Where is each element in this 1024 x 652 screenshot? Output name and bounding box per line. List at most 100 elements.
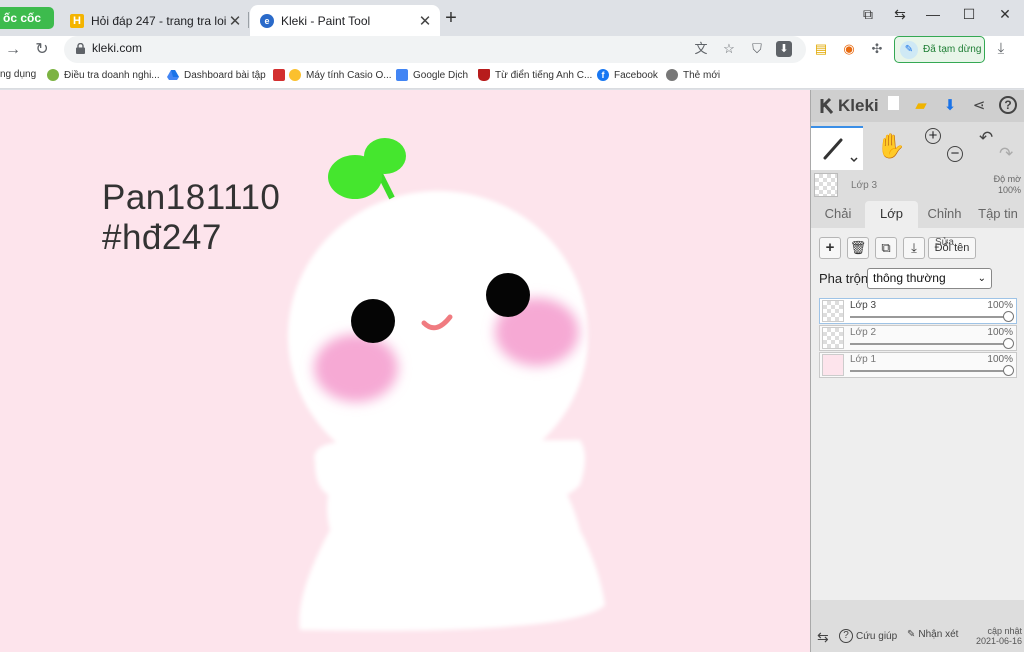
minimize-icon[interactable]: — bbox=[918, 4, 948, 24]
survey-icon bbox=[47, 69, 59, 81]
bookmark-star-icon[interactable]: ☆ bbox=[720, 40, 738, 58]
swap-side-icon[interactable]: ⇆ bbox=[817, 629, 829, 646]
download-page-icon[interactable]: ⬇ bbox=[776, 41, 792, 57]
kleki-icon: e bbox=[260, 13, 274, 28]
layer-thumbnail bbox=[822, 327, 844, 349]
delete-layer-button[interactable]: 🗑 bbox=[847, 237, 869, 259]
close-window-icon[interactable]: ✕ bbox=[990, 4, 1020, 24]
address-bar[interactable]: kleki.com 文 ☆ ⛉ ⬇ bbox=[64, 36, 806, 63]
undo-icon[interactable]: ↶ bbox=[979, 128, 993, 148]
bookmarks-bar: ng dụng Điều tra doanh nghi... Dashboard… bbox=[0, 63, 1024, 89]
emoji-icon bbox=[289, 69, 301, 81]
close-icon[interactable]: ✕ bbox=[416, 12, 434, 30]
tab-layers[interactable]: Lớp bbox=[865, 201, 918, 228]
layer-opacity: 100% bbox=[987, 354, 1013, 365]
sprout-icon bbox=[328, 138, 406, 200]
maximize-icon[interactable]: ☐ bbox=[954, 4, 984, 24]
duplicate-icon: ⧉ bbox=[881, 240, 891, 255]
close-icon[interactable]: ✕ bbox=[226, 12, 244, 30]
layer-thumbnail bbox=[814, 173, 838, 197]
extensions-puzzle-icon[interactable]: ✣ bbox=[868, 40, 886, 58]
layer-row-1[interactable]: Lớp 1 100% bbox=[819, 352, 1017, 378]
bookmark-casio[interactable]: Máy tính Casio O... bbox=[273, 69, 392, 81]
open-folder-icon[interactable]: ▰ bbox=[911, 96, 931, 116]
bookmark-label: Google Dịch bbox=[413, 69, 469, 81]
downloads-icon[interactable]: ⤓ bbox=[992, 40, 1010, 58]
extension-circle-icon[interactable]: ◉ bbox=[840, 40, 858, 58]
current-layer-preview: Lớp 3 Độ mờ 100% bbox=[811, 170, 1024, 200]
panel-tabs: Chải Lớp Chỉnh Tập tin bbox=[811, 201, 1024, 228]
drawing-canvas[interactable]: Pan181110 #hđ247 bbox=[0, 90, 810, 652]
layer-row-3[interactable]: Lớp 3 100% bbox=[819, 298, 1017, 324]
rename-layer-button[interactable]: Sửa Đổi tên bbox=[928, 237, 976, 259]
bookmark-dictionary[interactable]: Từ điển tiếng Anh C... bbox=[478, 69, 592, 81]
translate-page-icon[interactable]: 文 bbox=[692, 40, 710, 58]
bookmark-apps[interactable]: ng dụng bbox=[0, 69, 36, 80]
layer-name: Lớp 2 bbox=[850, 327, 877, 338]
add-layer-button[interactable]: + bbox=[819, 237, 841, 259]
opacity-slider-handle[interactable] bbox=[1003, 365, 1014, 376]
merge-down-button[interactable]: ⤓ bbox=[903, 237, 925, 259]
share-icon[interactable]: ⋖ bbox=[969, 96, 989, 116]
forward-icon[interactable]: → bbox=[2, 39, 24, 61]
blend-mode-select[interactable]: thông thường ⌄ bbox=[867, 268, 992, 289]
bookmark-facebook[interactable]: f Facebook bbox=[597, 69, 658, 81]
brush-tool[interactable] bbox=[811, 126, 863, 170]
layer-opacity: 100% bbox=[987, 327, 1013, 338]
opacity-slider-track[interactable] bbox=[850, 343, 1004, 345]
zoom-out-icon[interactable]: − bbox=[947, 146, 963, 162]
panel-footer: ⇆ ? Cứu giúp ✎ Nhận xét cập nhật 2021-06… bbox=[811, 620, 1024, 652]
feedback-link[interactable]: ✎ Nhận xét bbox=[907, 629, 958, 640]
new-file-icon[interactable] bbox=[883, 96, 903, 116]
duplicate-layer-button[interactable]: ⧉ bbox=[875, 237, 897, 259]
update-label: cập nhật bbox=[987, 626, 1022, 636]
opacity-label: Độ mờ bbox=[993, 174, 1021, 184]
bookmark-label: Thẻ mới bbox=[683, 69, 721, 81]
bookmark-survey[interactable]: Điều tra doanh nghi... bbox=[47, 69, 160, 81]
opacity-slider-handle[interactable] bbox=[1003, 311, 1014, 322]
coccoc-logo[interactable]: ốc cốc bbox=[0, 7, 54, 29]
extension-note-icon[interactable]: ▤ bbox=[812, 40, 830, 58]
redo-icon[interactable]: ↷ bbox=[999, 144, 1013, 164]
bookmark-new-tab[interactable]: Thẻ mới bbox=[666, 69, 720, 81]
feedback-label: Nhận xét bbox=[918, 629, 959, 640]
bookmark-label: ng dụng bbox=[0, 69, 37, 80]
help-icon[interactable]: ? bbox=[999, 96, 1017, 114]
opacity-slider-track[interactable] bbox=[850, 316, 1004, 318]
history-tools: ↶ ↷ bbox=[973, 126, 1024, 170]
help-circle-icon: ? bbox=[839, 629, 853, 643]
tab-hoidap247[interactable]: H Hỏi đáp 247 - trang tra loi ✕ bbox=[60, 5, 250, 36]
layers-panel: + 🗑 ⧉ ⤓ Sửa Đổi tên Pha trộn thông thườn… bbox=[811, 228, 1024, 600]
blend-mode-value: thông thường bbox=[873, 271, 946, 285]
layer-name: Lớp 3 bbox=[850, 300, 877, 311]
bookmark-label: Dashboard bài tập bbox=[184, 69, 266, 81]
tab-adjust[interactable]: Chỉnh bbox=[918, 201, 971, 228]
opacity-slider-track[interactable] bbox=[850, 370, 1004, 372]
shield-icon[interactable]: ⛉ bbox=[748, 40, 766, 58]
new-tab-icon[interactable]: + bbox=[441, 7, 461, 29]
tab-title: Kleki - Paint Tool bbox=[281, 13, 371, 28]
url-text: kleki.com bbox=[92, 41, 143, 55]
update-info: cập nhật 2021-06-16 bbox=[976, 626, 1022, 646]
help-link[interactable]: ? Cứu giúp bbox=[839, 629, 897, 643]
hand-tool[interactable]: ✋ bbox=[865, 126, 917, 170]
tab-kleki[interactable]: e Kleki - Paint Tool ✕ bbox=[250, 5, 440, 36]
tab-divider bbox=[248, 12, 249, 28]
layer-thumbnail bbox=[822, 300, 844, 322]
tab-file[interactable]: Tập tin bbox=[971, 201, 1024, 228]
back-forward-cache-icon[interactable]: ⇆ bbox=[885, 4, 915, 24]
layer-row-2[interactable]: Lớp 2 100% bbox=[819, 325, 1017, 351]
layer-name: Lớp 1 bbox=[850, 354, 877, 365]
profile-paused-button[interactable]: ✎ Đã tạm dừng bbox=[894, 36, 985, 63]
zoom-in-icon[interactable]: + bbox=[925, 128, 941, 144]
bookmark-dashboard[interactable]: Dashboard bài tập bbox=[167, 69, 266, 81]
tool-row: ✋ + − ↶ ↷ bbox=[811, 126, 1024, 170]
opacity-slider-handle[interactable] bbox=[1003, 338, 1014, 349]
reload-icon[interactable]: ↻ bbox=[31, 39, 53, 61]
tab-search-icon[interactable]: ⧉ bbox=[853, 4, 883, 24]
bookmark-google-translate[interactable]: Google Dịch bbox=[396, 69, 468, 81]
dictionary-icon bbox=[478, 69, 490, 81]
tab-brush[interactable]: Chải bbox=[811, 201, 865, 228]
save-download-icon[interactable]: ⬇ bbox=[940, 96, 960, 116]
h-icon: H bbox=[70, 13, 84, 28]
